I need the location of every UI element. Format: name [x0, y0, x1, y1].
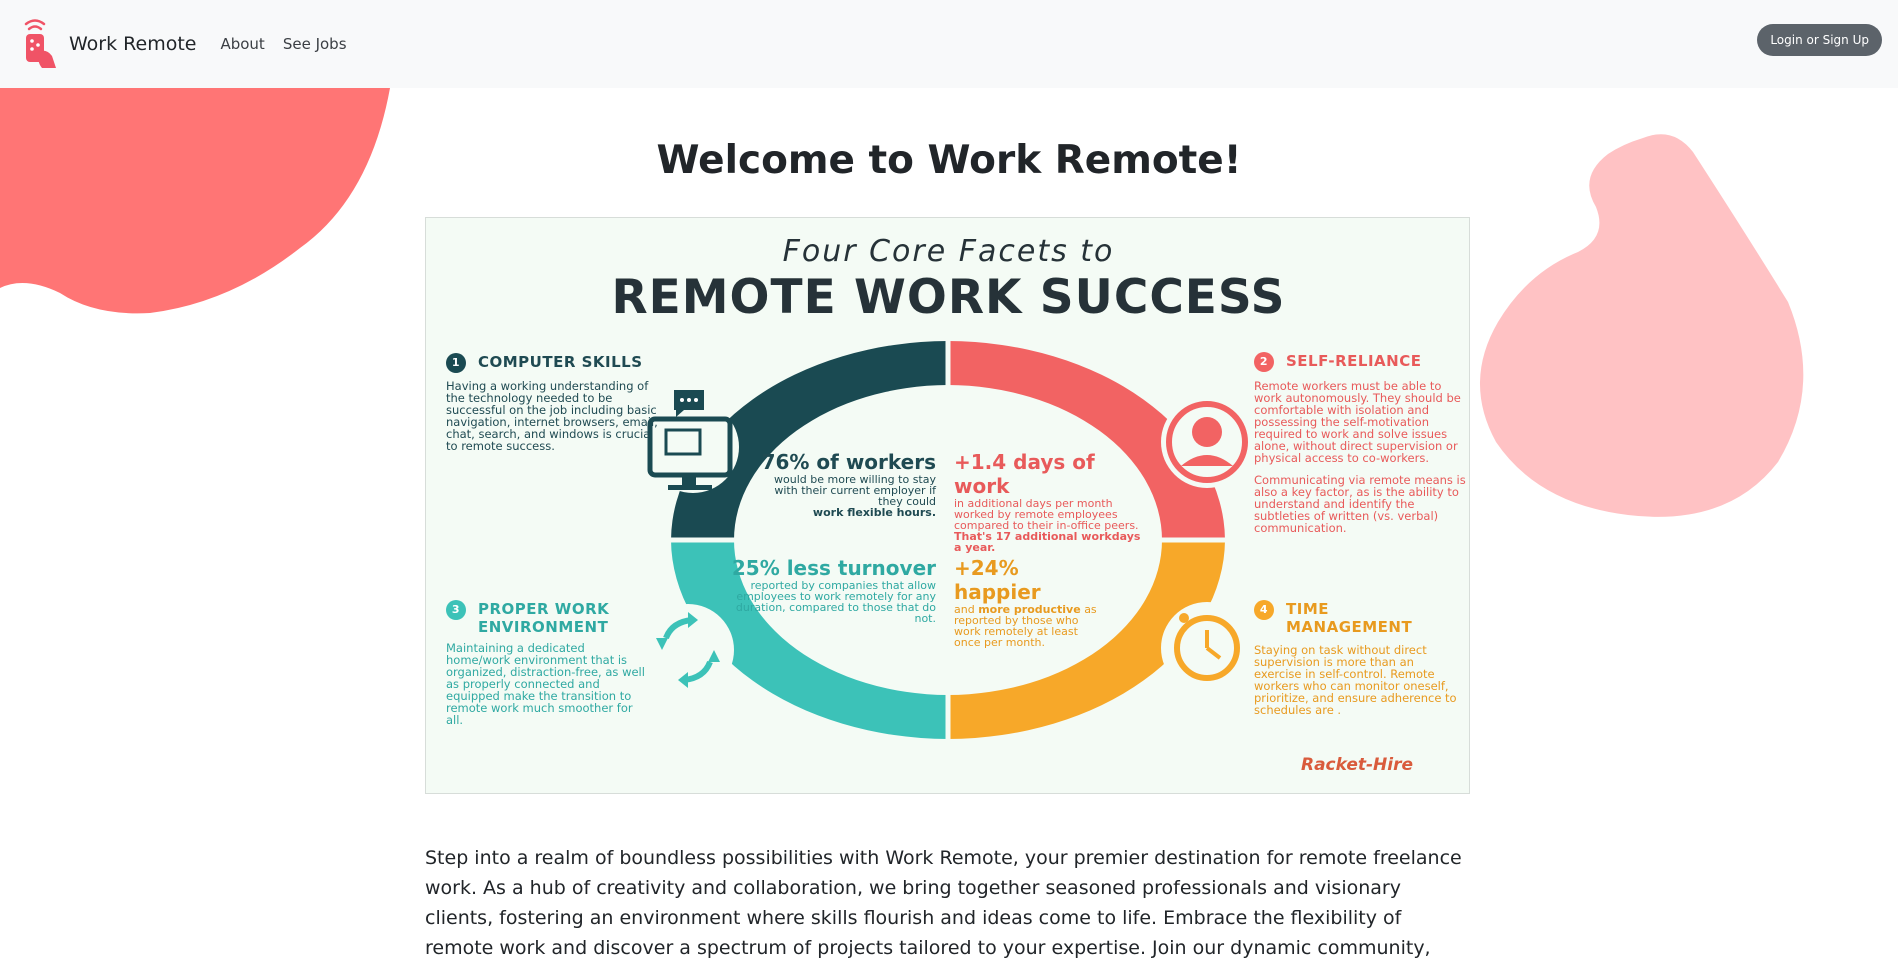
facet-number-badge: 2 — [1254, 352, 1274, 372]
facet-body: Staying on task without direct supervisi… — [1254, 643, 1457, 717]
facet-number-badge: 3 — [446, 600, 466, 620]
navbar: Work Remote About See Jobs Login or Sign… — [0, 0, 1898, 88]
facet-self-reliance: 2 SELF-RELIANCE Remote workers must be ab… — [1254, 352, 1469, 534]
facet-body: Remote workers must be able to work auto… — [1254, 379, 1461, 465]
facet-body: Maintaining a dedicated home/work enviro… — [446, 641, 645, 727]
stat-detail: would be more willing to stay with their… — [774, 473, 936, 508]
login-signup-button[interactable]: Login or Sign Up — [1757, 24, 1882, 56]
brand-name: Work Remote — [69, 33, 197, 55]
facet-title: COMPUTER SKILLS — [478, 353, 643, 371]
infographic-subtitle: Four Core Facets to — [782, 234, 1115, 269]
facet-title: PROPER WORK ENVIRONMENT — [478, 600, 610, 636]
nav-link-about[interactable]: About — [220, 35, 264, 53]
nav-link-see-jobs[interactable]: See Jobs — [283, 35, 347, 53]
decorative-blob-left — [0, 88, 390, 314]
stat-24-percent-happier: +24% happier and more productive as repo… — [954, 556, 1104, 648]
page-title: Welcome to Work Remote! — [656, 138, 1242, 183]
stat-headline: +24% happier — [954, 556, 1041, 604]
decorative-blob-right — [1479, 134, 1804, 517]
stat-headline: 25% less turnover — [731, 556, 936, 580]
facet-title: TIME MANAGEMENT — [1286, 600, 1413, 636]
brand-link[interactable]: Work Remote — [22, 18, 196, 70]
stat-25-percent-turnover: 25% less turnover reported by companies … — [731, 556, 936, 624]
remote-work-infographic: Four Core Facets to REMOTE WORK SUCCESS … — [425, 217, 1470, 794]
stat-headline: +1.4 days of work — [954, 450, 1095, 498]
stat-76-percent: 76% of workers would be more willing to … — [756, 450, 936, 518]
facet-number-badge: 1 — [446, 353, 466, 373]
stat-headline: 76% of workers — [761, 450, 936, 474]
facet-body-secondary: Communicating via remote means is also a… — [1254, 473, 1466, 535]
infographic-title: REMOTE WORK SUCCESS — [611, 270, 1286, 325]
stat-emphasis: work flexible hours. — [812, 506, 936, 519]
infographic-watermark: Racket-Hire — [1301, 755, 1414, 775]
facet-number-badge: 4 — [1254, 600, 1274, 620]
stat-detail: in additional days per month worked by r… — [954, 497, 1139, 532]
facet-time-management: 4 TIME MANAGEMENT Staying on task without… — [1254, 600, 1459, 716]
facet-proper-work-environment: 3 PROPER WORK ENVIRONMENT Maintaining a d… — [446, 600, 651, 726]
person-icon — [1161, 396, 1253, 488]
stat-detail: reported by companies that allow employe… — [735, 579, 936, 625]
remote-phone-logo-icon — [24, 19, 56, 68]
stat-emphasis: That's 17 additional workdays a year. — [954, 530, 1141, 554]
facet-title: SELF-RELIANCE — [1286, 352, 1422, 370]
nav-links: About See Jobs — [220, 35, 364, 53]
stat-plus-1-4-days: +1.4 days of work in additional days per… — [954, 450, 1144, 553]
facet-computer-skills: 1 COMPUTER SKILLS Having a working unders… — [446, 353, 666, 452]
intro-paragraph: Step into a realm of boundless possibili… — [425, 847, 1462, 958]
recycle-arrows-icon — [642, 604, 734, 696]
facet-body: Having a working understanding of the te… — [446, 379, 658, 453]
clock-icon — [1161, 602, 1253, 694]
